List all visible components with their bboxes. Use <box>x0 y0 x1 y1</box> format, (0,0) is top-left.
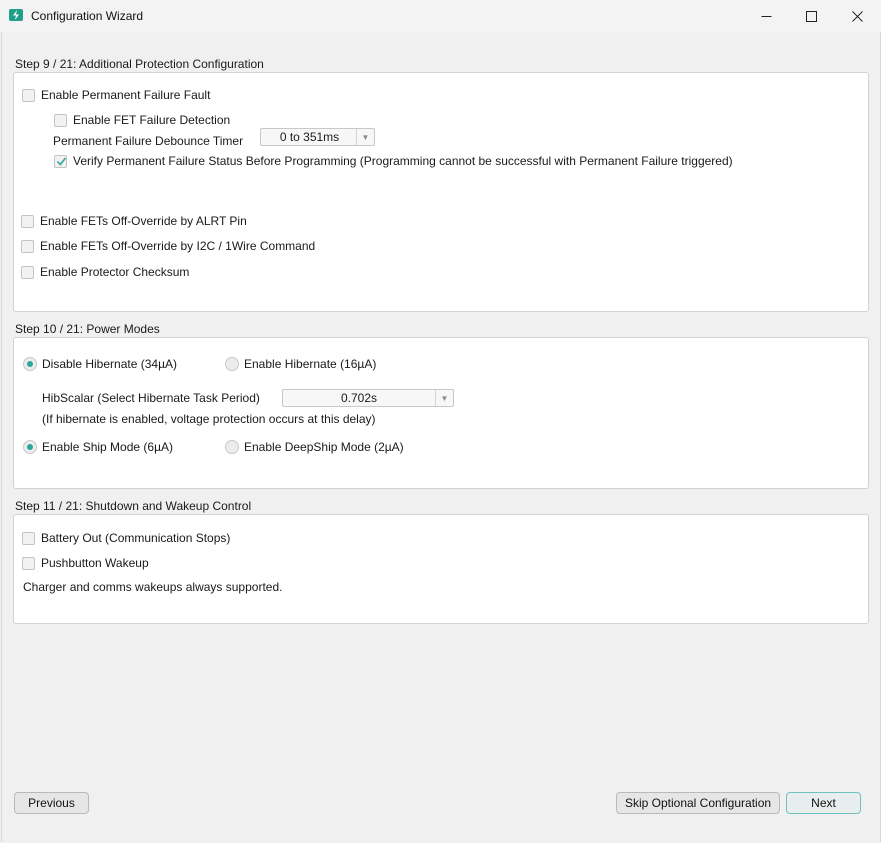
radio-icon[interactable] <box>23 357 37 371</box>
hibscalar-value: 0.702s <box>340 391 378 405</box>
checkbox-icon[interactable] <box>22 88 35 102</box>
checkbox-icon[interactable] <box>54 113 67 127</box>
pushbutton-wakeup-label: Pushbutton Wakeup <box>41 556 149 570</box>
protector-checksum-checkbox[interactable]: Enable Protector Checksum <box>21 265 189 279</box>
hibscalar-dropdown[interactable]: 0.702s ▼ <box>282 389 454 407</box>
checkbox-icon[interactable] <box>21 265 34 279</box>
fets-off-i2c-checkbox[interactable]: Enable FETs Off-Override by I2C / 1Wire … <box>21 239 315 253</box>
window-title: Configuration Wizard <box>31 9 144 23</box>
verify-pf-status-checkbox[interactable]: Verify Permanent Failure Status Before P… <box>54 154 733 168</box>
deepship-mode-label: Enable DeepShip Mode (2µA) <box>244 440 404 454</box>
ship-mode-radio[interactable]: Enable Ship Mode (6µA) <box>23 440 173 454</box>
chevron-down-icon[interactable]: ▼ <box>356 129 374 145</box>
fets-off-alrt-checkbox[interactable]: Enable FETs Off-Override by ALRT Pin <box>21 214 247 228</box>
checkbox-icon[interactable] <box>22 531 35 545</box>
enable-hibernate-label: Enable Hibernate (16µA) <box>244 357 377 371</box>
fet-failure-detection-label: Enable FET Failure Detection <box>73 113 231 127</box>
skip-optional-configuration-button[interactable]: Skip Optional Configuration <box>616 792 780 814</box>
checkbox-icon[interactable] <box>22 556 35 570</box>
maximize-button[interactable] <box>788 0 834 32</box>
wakeup-note: Charger and comms wakeups always support… <box>23 580 283 594</box>
radio-icon[interactable] <box>23 440 37 454</box>
verify-pf-status-label: Verify Permanent Failure Status Before P… <box>73 154 733 168</box>
step9-heading: Step 9 / 21: Additional Protection Confi… <box>15 57 264 71</box>
enable-hibernate-radio[interactable]: Enable Hibernate (16µA) <box>225 357 376 371</box>
checkbox-icon[interactable] <box>54 154 67 168</box>
fets-off-alrt-label: Enable FETs Off-Override by ALRT Pin <box>40 214 247 228</box>
app-icon <box>9 9 23 21</box>
minimize-icon <box>761 15 771 17</box>
close-button[interactable] <box>834 0 880 32</box>
battery-out-checkbox[interactable]: Battery Out (Communication Stops) <box>22 531 230 545</box>
maximize-icon <box>805 10 817 22</box>
close-icon <box>851 10 863 22</box>
permanent-failure-fault-checkbox[interactable]: Enable Permanent Failure Fault <box>22 88 210 102</box>
permanent-failure-fault-label: Enable Permanent Failure Fault <box>41 88 211 102</box>
checkbox-icon[interactable] <box>21 214 34 228</box>
debounce-timer-value: 0 to 351ms <box>279 130 340 144</box>
debounce-timer-label: Permanent Failure Debounce Timer <box>53 134 244 148</box>
debounce-timer-dropdown[interactable]: 0 to 351ms ▼ <box>260 128 375 146</box>
checkmark-icon <box>56 157 67 166</box>
step10-heading: Step 10 / 21: Power Modes <box>15 322 160 336</box>
pushbutton-wakeup-checkbox[interactable]: Pushbutton Wakeup <box>22 556 149 570</box>
fets-off-i2c-label: Enable FETs Off-Override by I2C / 1Wire … <box>40 239 316 253</box>
hibscalar-note: (If hibernate is enabled, voltage protec… <box>42 412 376 426</box>
disable-hibernate-radio[interactable]: Disable Hibernate (34µA) <box>23 357 177 371</box>
disable-hibernate-label: Disable Hibernate (34µA) <box>42 357 177 371</box>
title-bar: Configuration Wizard <box>0 0 881 32</box>
protector-checksum-label: Enable Protector Checksum <box>40 265 190 279</box>
hibscalar-label: HibScalar (Select Hibernate Task Period) <box>42 391 260 405</box>
checkbox-icon[interactable] <box>21 239 34 253</box>
ship-mode-label: Enable Ship Mode (6µA) <box>42 440 173 454</box>
chevron-down-icon[interactable]: ▼ <box>435 390 453 406</box>
next-button[interactable]: Next <box>786 792 861 814</box>
previous-button[interactable]: Previous <box>14 792 89 814</box>
step11-heading: Step 11 / 21: Shutdown and Wakeup Contro… <box>15 499 252 513</box>
radio-icon[interactable] <box>225 440 239 454</box>
battery-out-label: Battery Out (Communication Stops) <box>41 531 231 545</box>
minimize-button[interactable] <box>743 0 789 32</box>
radio-icon[interactable] <box>225 357 239 371</box>
fet-failure-detection-checkbox[interactable]: Enable FET Failure Detection <box>54 113 230 127</box>
deepship-mode-radio[interactable]: Enable DeepShip Mode (2µA) <box>225 440 404 454</box>
